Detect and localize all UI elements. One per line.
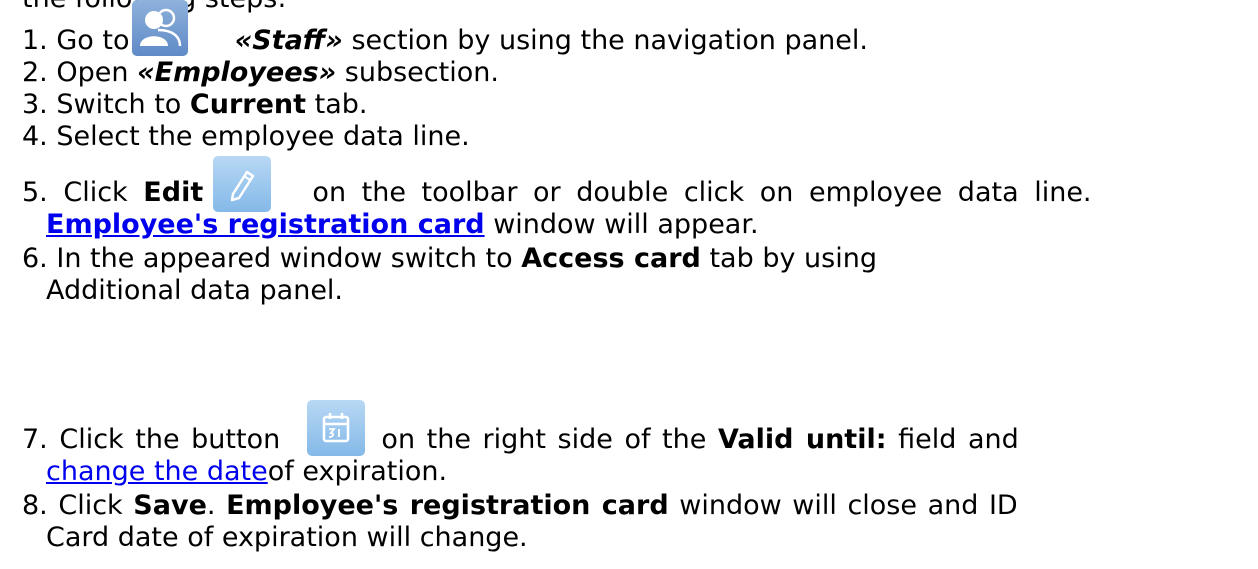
step-2-number: 2. xyxy=(22,57,48,88)
step-4-number: 4. xyxy=(22,121,48,152)
change-date-link[interactable]: change the date xyxy=(46,456,268,487)
step-1-pre: Go to xyxy=(56,25,130,56)
step-8: 8. Click Save. Employee's registration c… xyxy=(22,489,1018,522)
staff-icon xyxy=(132,0,188,56)
step-8-line2: Card date of expiration will change. xyxy=(46,522,528,553)
step-7: 7. Click the button on the right side of… xyxy=(22,423,1019,456)
step-5-post: on the toolbar or double click on employ… xyxy=(312,177,1092,208)
step-5-number: 5. xyxy=(22,177,48,208)
step-2-subsection-name: «Employees» xyxy=(137,57,337,88)
step-1-post: section by using the navigation panel. xyxy=(351,25,868,56)
step-3-number: 3. xyxy=(22,89,48,120)
step-4: 4. Select the employee data line. xyxy=(22,120,470,153)
step-7-line2: change the dateof expiration. xyxy=(46,455,447,488)
step-2: 2. Open «Employees» subsection. xyxy=(22,56,499,89)
step-5-line2: Employee's registration card window will… xyxy=(46,208,759,241)
calendar-icon xyxy=(307,400,365,456)
pencil-icon xyxy=(213,156,271,212)
step-7-mid: on the right side of the xyxy=(381,424,707,455)
step-8-button-name: Save xyxy=(133,490,207,521)
step-6: 6. In the appeared window switch to Acce… xyxy=(22,242,877,275)
step-7-pre: Click the button xyxy=(59,424,281,455)
step-6-pre: In the appeared window switch to xyxy=(56,243,513,274)
step-5-post2: window will appear. xyxy=(493,209,759,240)
step-7-field-name: Valid until: xyxy=(717,424,887,455)
step-5-button-name: Edit xyxy=(143,177,204,208)
registration-card-link[interactable]: Employee's registration card xyxy=(46,209,485,240)
step-6-tab-name: Access card xyxy=(521,243,701,274)
step-4-text: Select the employee data line. xyxy=(56,121,470,152)
step-5-pre: Click xyxy=(63,177,128,208)
step-6-number: 6. xyxy=(22,243,48,274)
step-8-window-name: Employee's registration card xyxy=(226,490,669,521)
step-1-section-name: «Staff» xyxy=(234,25,343,56)
step-8-dot: . xyxy=(206,490,216,521)
step-2-pre: Open xyxy=(56,57,129,88)
step-7-number: 7. xyxy=(22,424,48,455)
step-3-post: tab. xyxy=(314,89,368,120)
step-8-pre: Click xyxy=(58,490,123,521)
step-1-number: 1. xyxy=(22,25,48,56)
step-2-post: subsection. xyxy=(344,57,499,88)
step-6-post: tab by using xyxy=(709,243,877,274)
step-3-pre: Switch to xyxy=(56,89,182,120)
step-7-post: field and xyxy=(898,424,1019,455)
step-7-post2: of expiration. xyxy=(267,456,448,487)
step-5: 5. Click Edit on the toolbar or double c… xyxy=(22,176,1092,209)
step-8-post: window will close and ID xyxy=(679,490,1018,521)
step-8-number: 8. xyxy=(22,490,48,521)
step-3-tab-name: Current xyxy=(189,89,307,120)
step-6-line2: Additional data panel. xyxy=(46,275,344,306)
step-3: 3. Switch to Current tab. xyxy=(22,88,367,121)
